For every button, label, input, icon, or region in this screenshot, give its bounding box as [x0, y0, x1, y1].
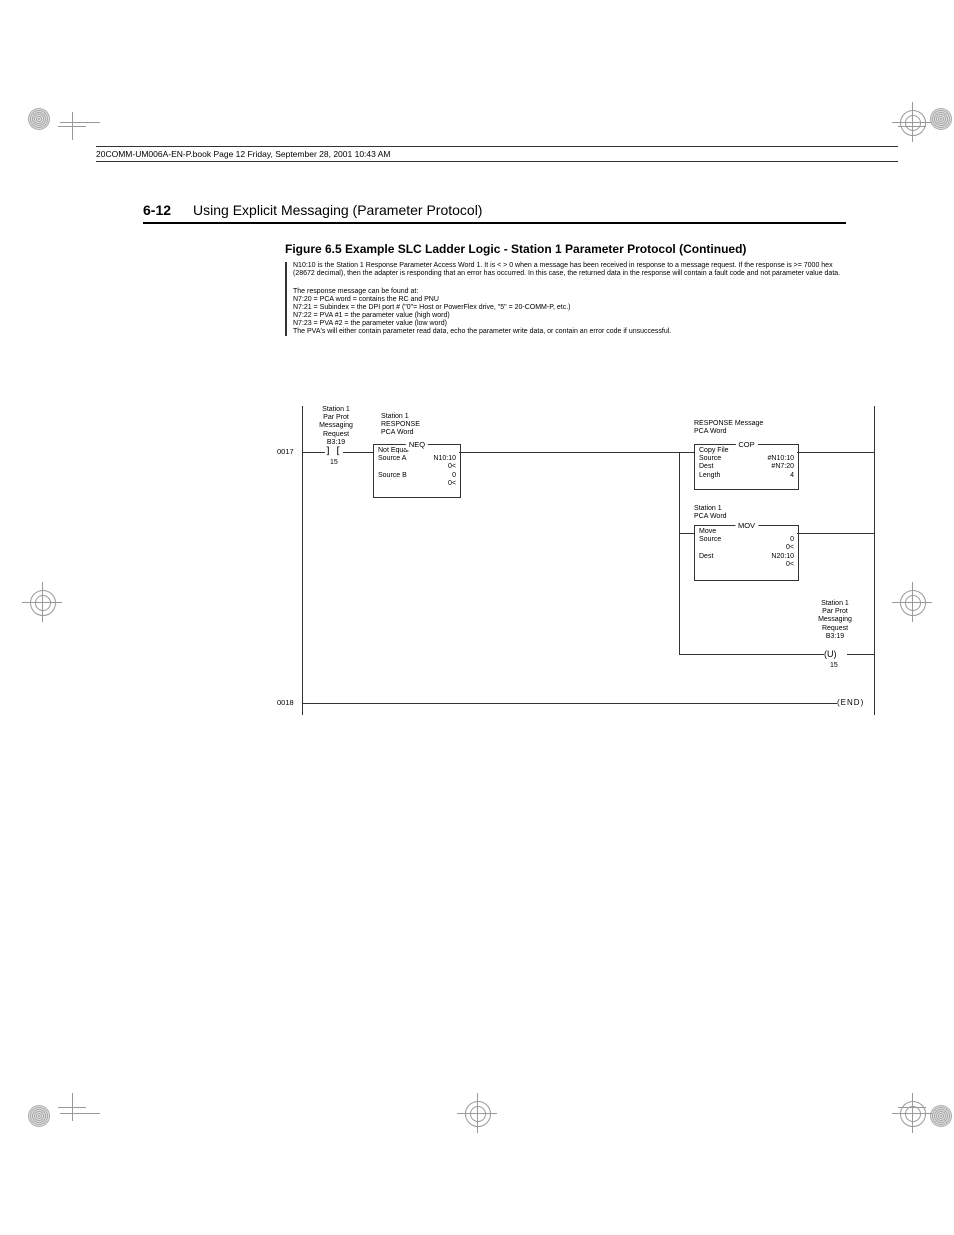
print-registration-globe-tr	[930, 108, 952, 130]
print-registration-mark-tl	[30, 110, 54, 134]
rung-wire	[302, 703, 837, 704]
unlatch-coil-icon: (U)	[824, 649, 837, 659]
figure-paragraph-2-l6: The PVA's will either contain parameter …	[293, 328, 846, 336]
neq-instruction-block: NEQ Not Equal Source AN10:10 0< Source B…	[373, 444, 461, 498]
rung-wire	[459, 452, 679, 453]
crop-mark-bl	[58, 1093, 88, 1123]
rung-wire	[679, 452, 694, 453]
figure-paragraph-1: N10:10 is the Station 1 Response Paramet…	[293, 262, 846, 278]
print-registration-mark-mr	[900, 590, 924, 614]
rung-wire	[797, 452, 875, 453]
rung-wire	[797, 533, 875, 534]
figure-paragraph-2-l4: N7:22 = PVA #1 = the parameter value (hi…	[293, 312, 846, 320]
cop-instruction-block: COP Copy File Source#N10:10 Dest#N7:20 L…	[694, 444, 799, 490]
contact-bit: 15	[330, 459, 338, 467]
neq-label: Station 1 RESPONSE PCA Word	[381, 413, 420, 437]
rung-number-0017: 0017	[277, 448, 294, 457]
coil-label: Station 1 Par Prot Messaging Request B3:…	[815, 600, 855, 640]
running-header: 20COMM-UM006A-EN-P.book Page 12 Friday, …	[96, 146, 898, 162]
branch-wire	[679, 452, 680, 654]
rung-wire	[847, 654, 875, 655]
mov-instruction-block: MOV Move Source0 0< DestN20:10 0<	[694, 525, 799, 581]
cop-label: RESPONSE Message PCA Word	[694, 420, 763, 436]
contact-xic-icon: ] [	[325, 446, 340, 458]
figure-body: N10:10 is the Station 1 Response Paramet…	[285, 262, 846, 711]
figure-caption: Figure 6.5 Example SLC Ladder Logic - St…	[285, 242, 846, 256]
page-header: 6-12 Using Explicit Messaging (Parameter…	[143, 202, 846, 224]
crop-mark-tl	[58, 112, 88, 142]
print-registration-mark-bl	[30, 1101, 54, 1125]
print-registration-mark-ml	[30, 590, 54, 614]
page-number: 6-12	[143, 202, 171, 218]
print-registration-mark-mb	[465, 1101, 489, 1125]
rung-wire	[302, 452, 325, 453]
rung-wire	[343, 452, 373, 453]
figure-paragraph-2-l2: N7:20 = PCA word = contains the RC and P…	[293, 296, 846, 304]
rung-wire	[679, 533, 694, 534]
figure-paragraph-2-l5: N7:23 = PVA #2 = the parameter value (lo…	[293, 320, 846, 328]
crop-mark-br	[898, 1093, 928, 1123]
rung-wire	[679, 654, 824, 655]
crop-mark-tr	[898, 112, 928, 142]
contact-label: Station 1 Par Prot Messaging Request B3:…	[317, 406, 355, 446]
neq-title: NEQ	[406, 441, 428, 450]
figure-paragraph-2-l1: The response message can be found at:	[293, 288, 846, 296]
cop-title: COP	[735, 441, 757, 450]
rung-number-0018: 0018	[277, 699, 294, 708]
print-registration-globe-br	[930, 1105, 952, 1127]
mov-title: MOV	[735, 522, 758, 531]
end-symbol: (END)	[837, 698, 864, 707]
ladder-diagram: 0017 Station 1 Par Prot Messaging Reques…	[285, 406, 875, 711]
mov-label: Station 1 PCA Word	[694, 505, 727, 521]
figure-paragraph-2-l3: N7:21 = Subindex = the DPI port # ("0"= …	[293, 304, 846, 312]
page-title: Using Explicit Messaging (Parameter Prot…	[193, 202, 482, 218]
coil-bit: 15	[830, 662, 838, 670]
